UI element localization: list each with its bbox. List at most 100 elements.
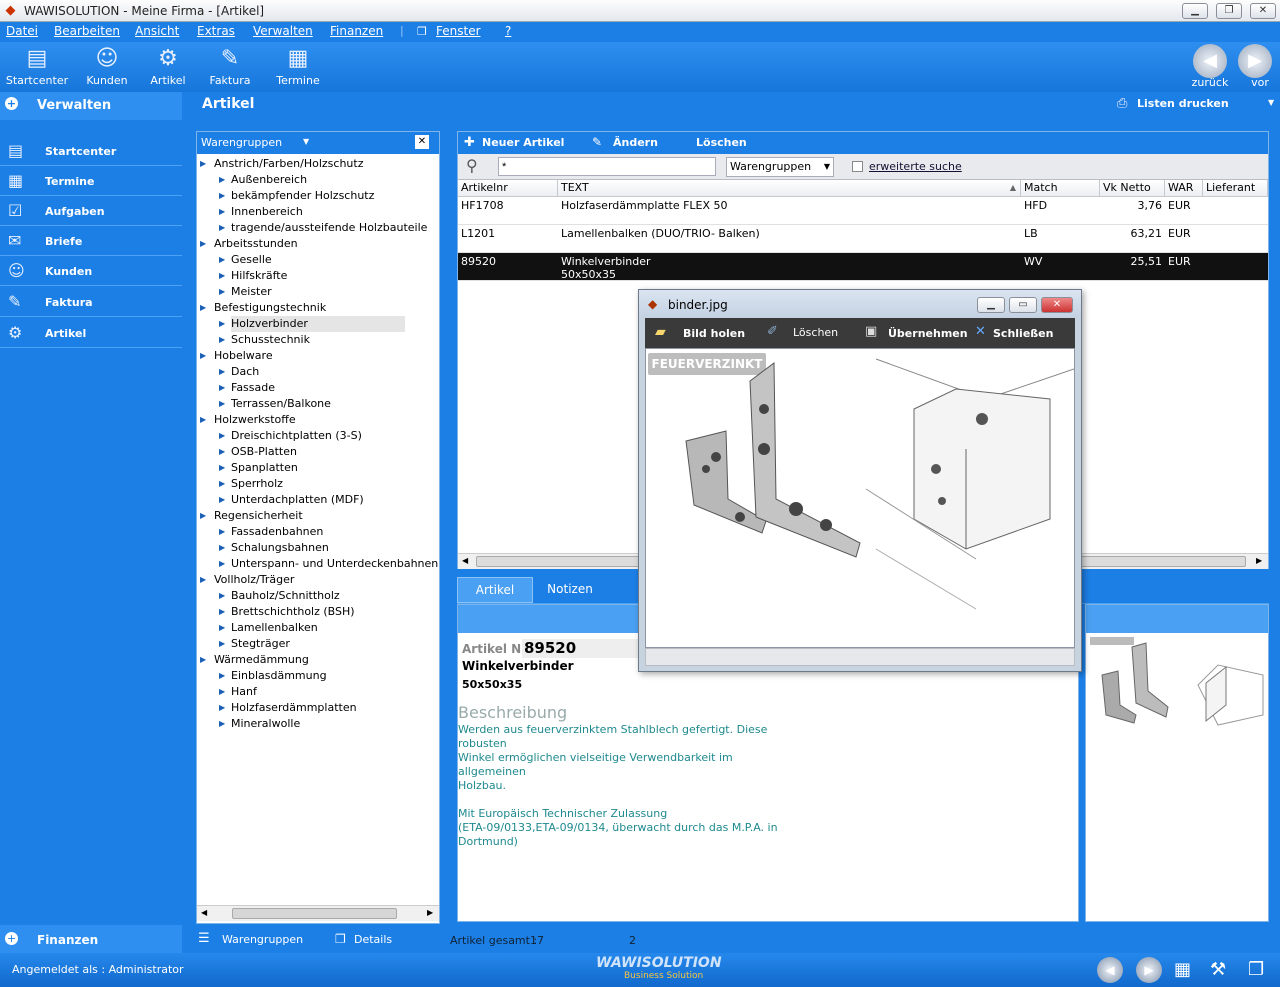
- expand-arrow-icon[interactable]: ▶: [219, 220, 225, 236]
- expand-arrow-icon[interactable]: ▶: [219, 492, 225, 508]
- toolbar-kunden-button[interactable]: ☺ Kunden: [75, 44, 139, 90]
- toolbar-artikel-button[interactable]: ⚙ Artikel: [136, 44, 200, 90]
- expand-arrow-icon[interactable]: ▶: [219, 396, 225, 412]
- tree-item[interactable]: ▶ Innenbereich: [197, 204, 439, 220]
- chevron-down-icon[interactable]: ▼: [303, 137, 309, 146]
- edit-article-button[interactable]: Ändern: [613, 136, 658, 149]
- expand-arrow-icon[interactable]: ▶: [200, 348, 206, 364]
- expand-arrow-icon[interactable]: ▶: [219, 588, 225, 604]
- expand-arrow-icon[interactable]: ▶: [219, 668, 225, 684]
- expand-arrow-icon[interactable]: ▶: [200, 652, 206, 668]
- sidebar-item-faktura[interactable]: ✎ Faktura: [0, 287, 182, 317]
- tree-item[interactable]: ▶ Terrassen/Balkone: [197, 396, 439, 412]
- tree-item[interactable]: ▶ Fassadenbahnen: [197, 524, 439, 540]
- scroll-left-icon[interactable]: ◀: [462, 556, 468, 565]
- expand-arrow-icon[interactable]: ▶: [219, 684, 225, 700]
- scroll-left-icon[interactable]: ◀: [201, 908, 207, 917]
- close-panel-icon[interactable]: ✕: [415, 135, 429, 149]
- tree-item[interactable]: ▶ Sperrholz: [197, 476, 439, 492]
- tree-item[interactable]: ▶ Brettschichtholz (BSH): [197, 604, 439, 620]
- tree-item[interactable]: ▶ OSB-Platten: [197, 444, 439, 460]
- maximize-button[interactable]: ❐: [1216, 3, 1242, 19]
- get-image-button[interactable]: Bild holen: [683, 327, 745, 340]
- scroll-right-icon[interactable]: ▶: [427, 908, 433, 917]
- expand-arrow-icon[interactable]: ▶: [219, 556, 225, 572]
- expand-arrow-icon[interactable]: ▶: [219, 604, 225, 620]
- tree-group[interactable]: ▶ Hobelware: [197, 348, 439, 364]
- tree-item[interactable]: ▶ Dach: [197, 364, 439, 380]
- tree-item[interactable]: ▶ tragende/aussteifende Holzbauteile: [197, 220, 439, 236]
- warengruppen-tab[interactable]: Warengruppen: [222, 933, 303, 946]
- menu-fenster[interactable]: Fenster: [436, 24, 481, 38]
- expand-arrow-icon[interactable]: ▶: [219, 636, 225, 652]
- search-icon[interactable]: ⚲: [466, 156, 478, 175]
- expand-arrow-icon[interactable]: ▶: [219, 524, 225, 540]
- expand-arrow-icon[interactable]: ▶: [219, 716, 225, 732]
- tree-group[interactable]: ▶ Wärmedämmung: [197, 652, 439, 668]
- menu-datei[interactable]: Datei: [6, 24, 38, 38]
- menu-bearbeiten[interactable]: Bearbeiten: [54, 24, 120, 38]
- expand-arrow-icon[interactable]: ▶: [219, 316, 225, 332]
- tree-item[interactable]: ▶ Mineralwolle: [197, 716, 439, 732]
- expand-arrow-icon[interactable]: ▶: [219, 476, 225, 492]
- popup-minimize-button[interactable]: ▁: [977, 297, 1005, 313]
- delete-article-button[interactable]: Löschen: [696, 136, 747, 149]
- tab-artikel[interactable]: Artikel: [457, 577, 533, 603]
- close-popup-button[interactable]: Schließen: [993, 327, 1053, 340]
- tree-item[interactable]: ▶ Hilfskräfte: [197, 268, 439, 284]
- table-row[interactable]: HF1708 Holzfaserdämmplatte FLEX 50 HFD 3…: [458, 197, 1268, 225]
- close-button[interactable]: ✕: [1250, 3, 1276, 19]
- tree-group[interactable]: ▶ Vollholz/Träger: [197, 572, 439, 588]
- expand-arrow-icon[interactable]: ▶: [219, 172, 225, 188]
- expand-arrow-icon[interactable]: ▶: [219, 332, 225, 348]
- menu-extras[interactable]: Extras: [197, 24, 235, 38]
- forward-button[interactable]: ▶ vor: [1228, 44, 1280, 90]
- expand-arrow-icon[interactable]: ▶: [219, 700, 225, 716]
- tree-item[interactable]: ▶ Schusstechnik: [197, 332, 439, 348]
- menu-verwalten[interactable]: Verwalten: [253, 24, 313, 38]
- tree-item[interactable]: ▶ Fassade: [197, 380, 439, 396]
- menu-help[interactable]: ?: [505, 24, 511, 38]
- minimize-button[interactable]: ▁: [1182, 3, 1208, 19]
- tree-horizontal-scrollbar[interactable]: ◀ ▶: [197, 905, 439, 921]
- delete-image-button[interactable]: Löschen: [793, 326, 838, 339]
- expand-arrow-icon[interactable]: ▶: [219, 540, 225, 556]
- filter-select[interactable]: Warengruppen ▼: [726, 157, 834, 177]
- expand-arrow-icon[interactable]: ▶: [219, 620, 225, 636]
- extended-search-checkbox[interactable]: [852, 161, 863, 172]
- popup-maximize-button[interactable]: ▭: [1009, 297, 1037, 313]
- windows-icon[interactable]: ❐: [1248, 959, 1264, 980]
- search-input[interactable]: [498, 157, 716, 176]
- tree-item[interactable]: ▶ Einblasdämmung: [197, 668, 439, 684]
- column-header-lieferant[interactable]: Lieferant: [1203, 180, 1268, 197]
- expand-arrow-icon[interactable]: ▶: [200, 300, 206, 316]
- sidebar-item-artikel[interactable]: ⚙ Artikel: [0, 318, 182, 348]
- tree-group[interactable]: ▶ Regensicherheit: [197, 508, 439, 524]
- tree-item[interactable]: ▶ Stegträger: [197, 636, 439, 652]
- tree-item[interactable]: ▶ Holzfaserdämmplatten: [197, 700, 439, 716]
- print-lists-button[interactable]: Listen drucken: [1137, 97, 1229, 110]
- expand-arrow-icon[interactable]: ▶: [219, 252, 225, 268]
- finanzen-section-button[interactable]: + Finanzen: [0, 925, 182, 953]
- tools-icon[interactable]: ⚒: [1210, 959, 1226, 980]
- sidebar-item-startcenter[interactable]: ▤ Startcenter: [0, 136, 182, 166]
- tree-item[interactable]: ▶ Geselle: [197, 252, 439, 268]
- scroll-right-icon[interactable]: ▶: [1256, 556, 1262, 565]
- expand-arrow-icon[interactable]: ▶: [219, 188, 225, 204]
- tree-item[interactable]: ▶ Holzverbinder: [197, 316, 439, 332]
- expand-arrow-icon[interactable]: ▶: [219, 444, 225, 460]
- sidebar-header[interactable]: + Verwalten: [0, 92, 182, 120]
- tree-group[interactable]: ▶ Anstrich/Farben/Holzschutz: [197, 156, 439, 172]
- scroll-thumb[interactable]: [232, 908, 397, 919]
- tree-item[interactable]: ▶ Lamellenbalken: [197, 620, 439, 636]
- menu-ansicht[interactable]: Ansicht: [135, 24, 179, 38]
- expand-arrow-icon[interactable]: ▶: [219, 364, 225, 380]
- tree-item[interactable]: ▶ Dreischichtplatten (3-S): [197, 428, 439, 444]
- tree-group[interactable]: ▶ Arbeitsstunden: [197, 236, 439, 252]
- menu-finanzen[interactable]: Finanzen: [330, 24, 383, 38]
- column-header-vk-netto[interactable]: Vk Netto: [1100, 180, 1165, 197]
- back-arrow-icon[interactable]: ◀: [1097, 957, 1123, 983]
- expand-arrow-icon[interactable]: ▶: [200, 412, 206, 428]
- forward-arrow-icon[interactable]: ▶: [1136, 957, 1162, 983]
- toolbar-termine-button[interactable]: ▦ Termine: [266, 44, 330, 90]
